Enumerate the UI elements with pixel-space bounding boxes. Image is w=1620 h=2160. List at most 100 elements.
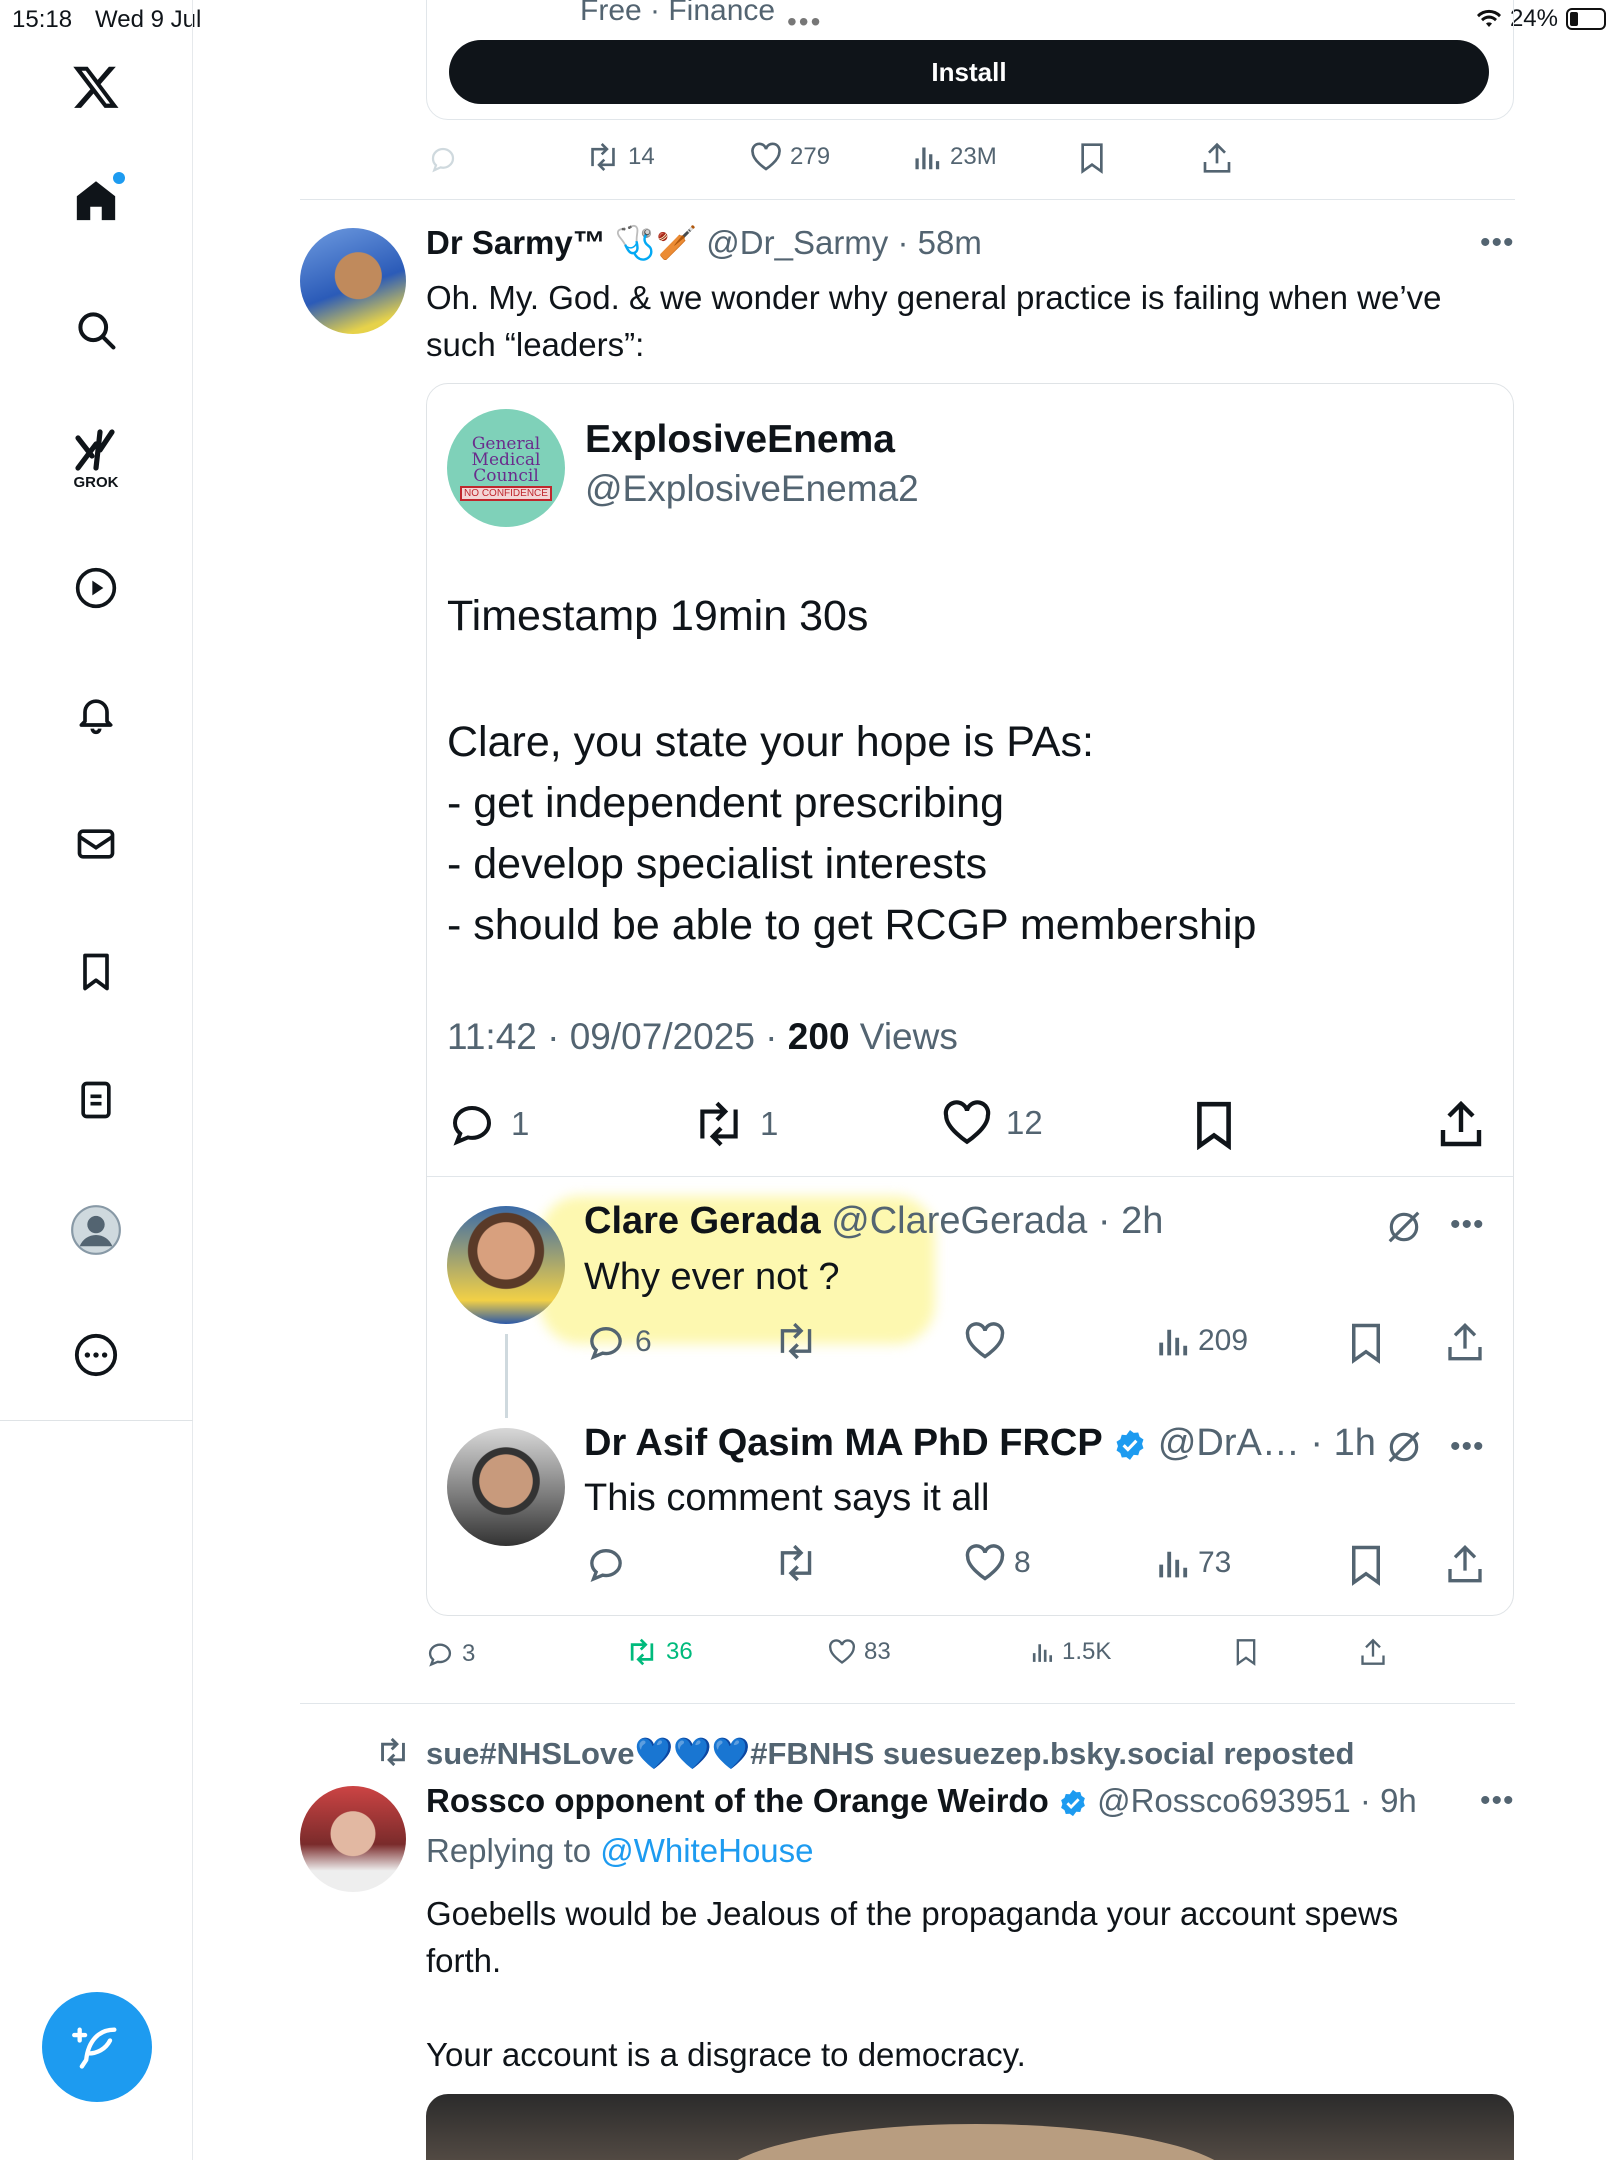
post2-author-handle[interactable]: @Rossco693951 xyxy=(1097,1782,1351,1819)
reply-icon xyxy=(590,1327,622,1361)
quote-line: - should be able to get RCGP membership xyxy=(447,901,1257,949)
ad-views-count: 23M xyxy=(950,143,997,170)
home-icon[interactable] xyxy=(73,172,125,229)
more-options-icon[interactable] xyxy=(73,1332,119,1378)
reply-icon xyxy=(428,1643,452,1667)
post-retweet-button[interactable]: 36 xyxy=(626,1638,693,1666)
quote-line: - get independent prescribing xyxy=(447,779,1004,827)
post2-more-icon[interactable]: ••• xyxy=(1480,1784,1515,1818)
quote-author-handle[interactable]: @ExplosiveEnema2 xyxy=(585,468,919,510)
reply2-like-count: 8 xyxy=(1014,1546,1031,1579)
heart-icon xyxy=(751,142,781,171)
post-more-icon[interactable]: ••• xyxy=(1480,226,1515,260)
quote-reply-count: 1 xyxy=(511,1105,530,1142)
reply1-share-button[interactable] xyxy=(1446,1322,1484,1362)
reply1-retweet-button[interactable] xyxy=(774,1322,818,1360)
search-icon[interactable] xyxy=(74,308,118,352)
reply1-like-button[interactable] xyxy=(964,1322,1006,1360)
verified-badge-icon xyxy=(1061,1790,1085,1817)
post-header: Dr Sarmy™ 🩺🏏 @Dr_Sarmy · 58m xyxy=(426,224,982,261)
quote-body: Clare, you state your hope is PAs: - get… xyxy=(447,712,1256,956)
thread-connector-line xyxy=(505,1334,508,1418)
post-reply-button[interactable]: 3 xyxy=(426,1640,475,1668)
reply2-author-name[interactable]: Dr Asif Qasim MA PhD FRCP xyxy=(584,1422,1103,1464)
post-author-handle[interactable]: @Dr_Sarmy xyxy=(706,224,888,261)
post-like-button[interactable]: 83 xyxy=(828,1638,891,1666)
messages-envelope-icon[interactable] xyxy=(74,822,118,866)
share-icon xyxy=(1440,1100,1482,1147)
reply2-reply-button[interactable] xyxy=(585,1544,627,1584)
reply1-time[interactable]: 2h xyxy=(1121,1200,1163,1242)
reply1-author-name[interactable]: Clare Gerada xyxy=(584,1200,821,1242)
replying-to-link[interactable]: @WhiteHouse xyxy=(600,1832,813,1869)
ad-reply-button[interactable] xyxy=(428,144,458,174)
quote-line: - develop specialist interests xyxy=(447,840,988,888)
post-bookmark-button[interactable] xyxy=(1234,1638,1258,1666)
notifications-bell-icon[interactable] xyxy=(74,692,118,736)
dr-sarmy-avatar[interactable] xyxy=(300,228,406,334)
views-chart-icon xyxy=(915,147,940,170)
reply2-retweet-button[interactable] xyxy=(774,1544,818,1582)
reply2-like-button[interactable]: 8 xyxy=(964,1544,1031,1582)
reply1-header: Clare Gerada @ClareGerada · 2h xyxy=(584,1200,1164,1242)
reply2-time[interactable]: 1h xyxy=(1334,1422,1376,1464)
reply1-views-button[interactable]: 209 xyxy=(1158,1322,1248,1360)
reposted-by-label[interactable]: sue#NHSLove💙💙💙#FBNHS suesuezep.bsky.soci… xyxy=(426,1735,1354,1772)
views-chart-icon xyxy=(1159,1329,1188,1356)
reply2-more-icon[interactable]: ••• xyxy=(1450,1430,1485,1464)
asif-qasim-avatar[interactable] xyxy=(447,1428,565,1546)
post-text-line: such “leaders”: xyxy=(426,326,645,363)
install-button[interactable]: Install xyxy=(449,40,1489,104)
reply1-more-icon[interactable]: ••• xyxy=(1450,1208,1485,1242)
reply2-header: Dr Asif Qasim MA PhD FRCP @DrA… · 1h xyxy=(584,1422,1376,1464)
post-author-name[interactable]: Dr Sarmy™ xyxy=(426,224,606,261)
grok-explain-icon[interactable] xyxy=(1385,1208,1423,1246)
reply2-share-button[interactable] xyxy=(1446,1544,1484,1584)
heart-icon xyxy=(829,1639,855,1664)
quote-timestamp-line: Timestamp 19min 30s xyxy=(447,592,869,640)
quote-meta: 11:42 · 09/07/2025 · 200 Views xyxy=(447,1016,958,1058)
quote-share-button[interactable] xyxy=(1438,1100,1484,1148)
heart-icon xyxy=(943,1100,991,1145)
rossco-avatar[interactable] xyxy=(300,1786,406,1892)
reply2-views-button[interactable]: 73 xyxy=(1158,1544,1231,1582)
reply2-author-handle[interactable]: @DrA… xyxy=(1158,1422,1300,1464)
ad-bookmark-button[interactable] xyxy=(1078,142,1106,174)
x-logo-icon[interactable] xyxy=(70,62,122,112)
reply1-reply-button[interactable]: 6 xyxy=(585,1322,652,1362)
grok-icon[interactable]: GROK xyxy=(72,428,120,491)
reply2-bookmark-button[interactable] xyxy=(1348,1544,1384,1586)
post2-time[interactable]: 9h xyxy=(1380,1782,1417,1819)
reply1-bookmark-button[interactable] xyxy=(1348,1322,1384,1364)
ad-like-button[interactable]: 279 xyxy=(750,142,830,172)
quote-like-button[interactable]: 12 xyxy=(942,1100,1043,1146)
profile-avatar-icon[interactable] xyxy=(70,1204,122,1256)
post-share-button[interactable] xyxy=(1360,1638,1386,1666)
post-time[interactable]: 58m xyxy=(918,224,982,261)
reply-icon xyxy=(431,147,455,173)
explosiveenema-avatar[interactable]: General Medical Council NO CONFIDENCE xyxy=(447,409,565,527)
replying-to-line: Replying to @WhiteHouse xyxy=(426,1832,814,1870)
grok-explain-icon[interactable] xyxy=(1385,1428,1423,1466)
ad-share-button[interactable] xyxy=(1202,142,1232,174)
post2-text-line: Your account is a disgrace to democracy. xyxy=(426,2036,1026,2073)
quote-bookmark-button[interactable] xyxy=(1192,1100,1236,1150)
ad-retweet-button[interactable]: 14 xyxy=(586,142,655,172)
bookmark-icon xyxy=(1197,1101,1231,1150)
post2-text-line: forth. xyxy=(426,1942,502,1979)
video-play-icon[interactable] xyxy=(74,566,118,610)
bookmarks-icon[interactable] xyxy=(74,950,118,994)
quote-author-name[interactable]: ExplosiveEnema xyxy=(585,418,895,462)
quote-meta-views-label: Views xyxy=(849,1016,958,1057)
quote-retweet-button[interactable]: 1 xyxy=(692,1100,778,1148)
quote-reply-button[interactable]: 1 xyxy=(447,1100,529,1148)
clare-gerada-avatar[interactable] xyxy=(447,1206,565,1324)
post-views-button[interactable]: 1.5K xyxy=(1032,1638,1111,1666)
quote-line: Clare, you state your hope is PAs: xyxy=(447,718,1094,766)
post2-media-image[interactable] xyxy=(426,2094,1514,2160)
lists-icon[interactable] xyxy=(74,1078,118,1122)
compose-post-button[interactable] xyxy=(42,1992,152,2102)
reply1-author-handle[interactable]: @ClareGerada xyxy=(831,1200,1087,1242)
ad-views-button[interactable]: 23M xyxy=(914,142,997,172)
post2-author-name[interactable]: Rossco opponent of the Orange Weirdo xyxy=(426,1782,1049,1819)
